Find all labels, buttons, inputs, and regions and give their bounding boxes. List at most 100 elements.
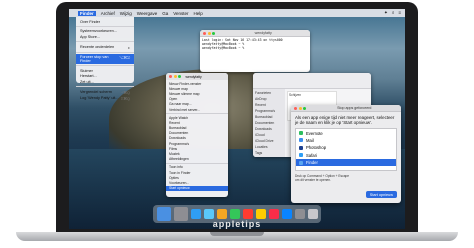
menu-item-label: App Store... <box>80 34 101 39</box>
brand-logo: appletips <box>212 219 262 229</box>
menu-item[interactable]: Vergrendel scherm ^⌘Q <box>76 89 134 96</box>
force-quit-hint: Druk op Command + Option + Escape om dit… <box>295 174 350 183</box>
trash-icon[interactable] <box>307 209 318 219</box>
menu-extra-icon[interactable]: ✦ <box>384 10 388 16</box>
context-menu: Nieuw Finder-venster Nieuwe map Nieuwe sli… <box>166 80 228 192</box>
menu-item-shortcut: ⇧⌘Q <box>120 97 130 102</box>
menu-item[interactable]: App Store... <box>76 34 134 40</box>
zoom-icon[interactable] <box>212 31 215 35</box>
app-name: Safari <box>306 152 317 158</box>
close-icon[interactable] <box>294 106 297 110</box>
stage: Finder Archief Wijzig Weergave Ga Venster Help… <box>0 0 474 248</box>
minimize-icon[interactable] <box>298 106 302 110</box>
zoom-icon[interactable] <box>303 106 306 110</box>
mail-icon[interactable] <box>203 209 214 219</box>
menu-extra-icon[interactable]: ≡ <box>398 10 401 16</box>
minimize-icon[interactable] <box>207 31 211 35</box>
menu-venster[interactable]: Venster <box>173 11 188 16</box>
app-row-evernote[interactable]: Evernote <box>296 129 396 136</box>
menu-extra-icon[interactable]: ⌕ <box>392 10 395 16</box>
menu-archief[interactable]: Archief <box>101 11 115 16</box>
app-row-photoshop[interactable]: Photoshop <box>296 144 396 151</box>
sidebar-item[interactable]: Tags <box>255 150 283 156</box>
menu-item-label: Herstart... <box>80 74 97 79</box>
menu-item[interactable]: Log 'Wendy Patty' uit... ⇧⌘Q <box>76 95 134 102</box>
terminal-titlebar: wendyfatty <box>200 30 310 37</box>
menu-item-label: Forceer stop van Finder <box>80 55 109 64</box>
menu-item-shortcut: ⌥⌘⎋ <box>118 56 130 61</box>
mail-icon <box>299 138 303 143</box>
menu-item-label: Zet uit... <box>80 79 94 84</box>
menu-item[interactable]: Forceer stop van Finder ⌥⌘⎋ <box>76 54 134 64</box>
evernote-icon <box>299 131 303 136</box>
menu-item-label: Systeemvoorkeuren... <box>80 29 117 34</box>
music-icon[interactable] <box>268 209 279 219</box>
notes-icon[interactable] <box>255 209 266 219</box>
force-quit-title: Stop apps geforceerd <box>337 106 372 110</box>
finder-toolbar <box>253 73 371 89</box>
app-list[interactable]: Evernote Mail Photoshop Safari Finder <box>295 128 397 172</box>
terminal-window[interactable]: wendyfatty Last login: Sat Nov 16 17:43:… <box>200 30 310 72</box>
context-menu-item[interactable]: Afbeeldingen <box>166 157 228 162</box>
menu-item[interactable]: Over Finder <box>76 19 134 25</box>
app-name: Photoshop <box>306 145 327 151</box>
app-row-mail[interactable]: Mail <box>296 137 396 144</box>
menu-separator <box>76 65 134 67</box>
menu-separator <box>166 113 228 115</box>
menu-item[interactable]: Recente onderdelen ▸ <box>76 44 134 51</box>
screen: Finder Archief Wijzig Weergave Ga Venster Help… <box>69 9 405 229</box>
menu-item-label: Vergrendel scherm <box>80 89 112 94</box>
menu-item-label: Log 'Wendy Patty' uit... <box>80 96 119 101</box>
appstore-icon[interactable] <box>281 209 292 219</box>
menu-wijzig[interactable]: Wijzig <box>120 11 132 16</box>
menu-item-shortcut: ^⌘Q <box>121 90 130 95</box>
menu-item-label: Recente onderdelen <box>80 44 115 49</box>
laptop-notch <box>210 232 264 236</box>
menu-separator <box>76 41 134 43</box>
menu-help[interactable]: Help <box>194 11 203 16</box>
app-name: Finder <box>306 160 318 166</box>
minimize-icon[interactable] <box>173 75 177 78</box>
menu-finder[interactable]: Finder <box>78 10 96 16</box>
menu-separator <box>76 26 134 28</box>
finder-sidebar: Favorieten AirDrop Recent Programma's Bureau… <box>253 89 285 157</box>
zoom-icon[interactable] <box>178 75 181 78</box>
close-icon[interactable] <box>203 31 206 35</box>
messages-icon[interactable] <box>229 209 240 219</box>
pane-title: Schijven <box>289 93 302 97</box>
photos-icon[interactable] <box>216 209 227 219</box>
settings-icon[interactable] <box>294 209 305 219</box>
safari-icon <box>299 153 303 158</box>
force-quit-dialog: Stop apps geforceerd Als een app enige t… <box>291 105 401 203</box>
safari-icon[interactable] <box>190 209 201 219</box>
context-titlebar: wendyfatty <box>166 73 228 80</box>
terminal-title: wendyfatty <box>254 31 272 35</box>
menu-weergave[interactable]: Weergave <box>137 11 157 16</box>
app-row-finder[interactable]: Finder <box>296 158 396 167</box>
context-menu-item[interactable]: Start opnieuw <box>166 185 228 191</box>
app-row-safari[interactable]: Safari <box>296 152 396 159</box>
close-icon[interactable] <box>169 75 172 78</box>
context-title: wendyfatty <box>185 74 202 79</box>
app-name: Evernote <box>306 130 323 136</box>
menu-item-label: Sluimer <box>80 68 93 73</box>
photoshop-icon <box>299 145 303 150</box>
finder-context-window[interactable]: wendyfatty Nieuw Finder-venster Nieuwe ma… <box>166 73 228 197</box>
force-quit-description: Als een app enige tijd niet meer reageer… <box>295 115 395 126</box>
menu-item[interactable]: Zet uit... <box>76 79 134 85</box>
menu-item-label: Over Finder <box>80 19 101 24</box>
menu-separator <box>166 162 228 164</box>
finder-menu-dropdown: Over Finder Systeemvoorkeuren... App Store… <box>76 17 134 101</box>
force-quit-titlebar: Stop apps geforceerd <box>291 105 401 112</box>
menu-item-shortcut: ▸ <box>128 45 130 50</box>
terminal-output[interactable]: Last login: Sat Nov 16 17:43:43 on ttys0… <box>200 37 310 51</box>
menu-extras: ✦ ⌕ ≡ <box>384 10 405 16</box>
app-name: Mail <box>306 137 314 143</box>
menu-separator <box>76 51 134 53</box>
context-menu-item[interactable]: Verbind met server... <box>166 107 228 112</box>
menu-separator <box>76 86 134 88</box>
finder-icon <box>299 160 303 165</box>
calendar-icon[interactable] <box>242 209 253 219</box>
menu-ga[interactable]: Ga <box>162 11 168 16</box>
restart-button[interactable]: Start opnieuw <box>365 191 397 198</box>
